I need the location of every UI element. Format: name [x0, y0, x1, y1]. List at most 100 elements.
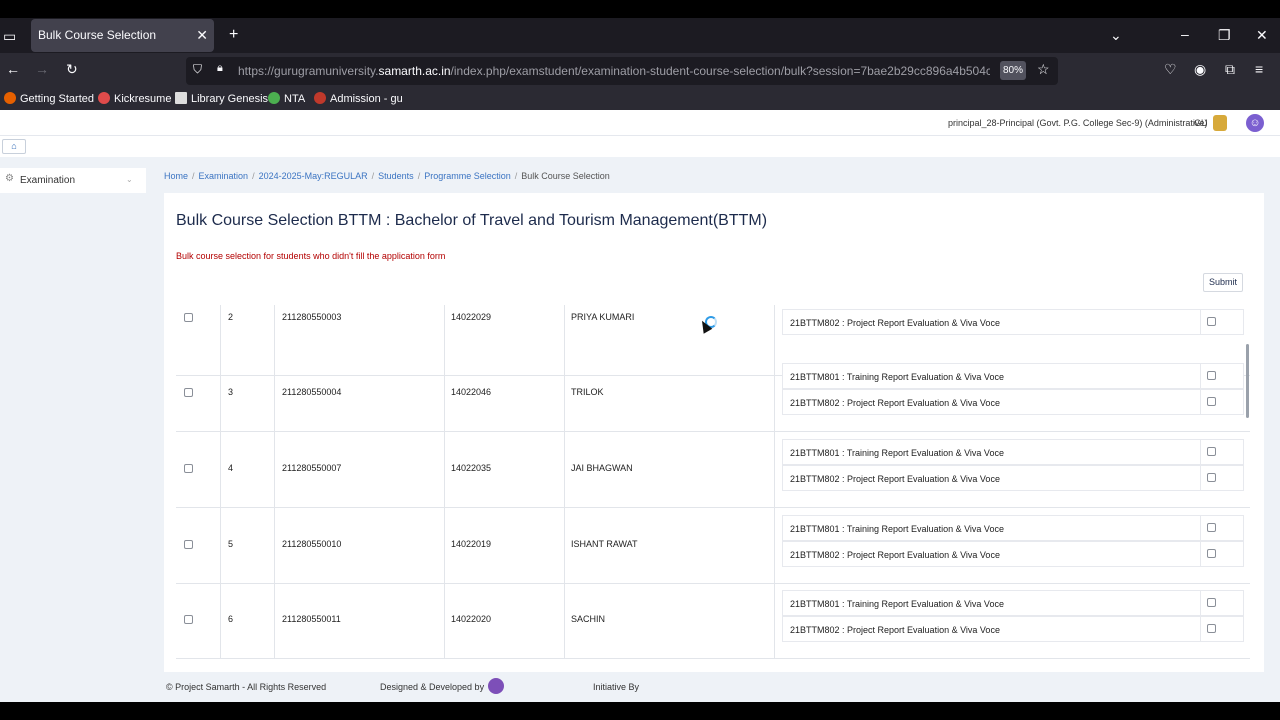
window-close-icon[interactable]: ✕ [1256, 27, 1268, 44]
student-name: JAI BHAGWAN [571, 463, 633, 473]
footer-designed-by: Designed & Developed by [380, 682, 485, 692]
course-label: 21BTTM801 : Training Report Evaluation &… [790, 599, 1004, 609]
restore-icon[interactable]: ❐ [1218, 27, 1231, 44]
course-checkbox[interactable] [1207, 523, 1216, 532]
zoom-level[interactable]: 80% [1000, 61, 1026, 80]
serial-number: 2 [228, 312, 234, 322]
bookmark-getting-started[interactable]: Getting Started [4, 92, 94, 105]
course-checkbox[interactable] [1207, 371, 1216, 380]
lock-icon[interactable]: 🔒︎ [217, 62, 223, 75]
table-row: 4 211280550007 14022035 JAI BHAGWAN 21BTTM80… [176, 432, 1250, 508]
minimize-icon[interactable]: – [1181, 26, 1189, 42]
screen-top-bar [0, 0, 1280, 18]
course-divider [1200, 617, 1201, 641]
column-divider [564, 432, 565, 507]
column-divider [274, 432, 275, 507]
bookmark-admission-gu[interactable]: Admission - gu [314, 92, 403, 105]
student-id: 211280550007 [282, 463, 342, 473]
org-label: GU [1194, 118, 1208, 128]
university-emblem-icon [1213, 115, 1227, 131]
student-id: 211280550010 [282, 539, 342, 549]
row-select-checkbox[interactable] [184, 464, 193, 473]
roll-number: 14022020 [451, 614, 492, 624]
extensions-icon[interactable]: ⧉ [1225, 61, 1235, 78]
row-select-checkbox[interactable] [184, 313, 193, 322]
tab-close-icon[interactable]: ✕ [196, 19, 208, 52]
course-checkbox[interactable] [1207, 598, 1216, 607]
course-label: 21BTTM802 : Project Report Evaluation & … [790, 625, 1000, 635]
row-select-checkbox[interactable] [184, 540, 193, 549]
table-row: 3 211280550004 14022046 TRILOK 21BTTM801 : T… [176, 356, 1250, 432]
bookmark-nta[interactable]: NTA [268, 92, 305, 105]
course-selection-table: 2 211280550003 14022029 PRIYA KUMARI 21BTTM8… [176, 305, 1252, 672]
breadcrumb-programme-selection[interactable]: Programme Selection [424, 171, 511, 181]
breadcrumb-current: Bulk Course Selection [521, 171, 610, 181]
avatar[interactable]: ☺ [1246, 114, 1264, 132]
bookmark-kickresume[interactable]: Kickresume [98, 92, 171, 105]
course-label: 21BTTM802 : Project Report Evaluation & … [790, 550, 1000, 560]
student-id: 211280550011 [282, 614, 341, 624]
list-all-tabs-icon[interactable]: ⌄ [1110, 27, 1122, 44]
roll-number: 14022035 [451, 463, 492, 473]
back-icon[interactable]: ← [6, 61, 20, 77]
column-divider [774, 583, 775, 658]
home-button[interactable]: ⌂ [2, 139, 26, 154]
roll-number: 14022029 [451, 312, 492, 322]
course-option: 21BTTM802 : Project Report Evaluation & … [782, 616, 1244, 642]
breadcrumb-session[interactable]: 2024-2025-May:REGULAR [259, 171, 368, 181]
user-name[interactable]: principal_28-Principal (Govt. P.G. Colle… [948, 118, 1207, 128]
row-select-checkbox[interactable] [184, 615, 193, 624]
student-id: 211280550004 [282, 387, 342, 397]
course-option: 21BTTM802 : Project Report Evaluation & … [782, 389, 1244, 415]
column-divider [220, 356, 221, 431]
course-checkbox[interactable] [1207, 473, 1216, 482]
course-checkbox[interactable] [1207, 447, 1216, 456]
table-scrollbar[interactable] [1246, 344, 1249, 418]
bookmark-star-icon[interactable]: ☆ [1037, 61, 1050, 78]
breadcrumb: Home / Examination/2024-2025-May:REGULAR / S… [164, 171, 610, 181]
course-checkbox[interactable] [1207, 397, 1216, 406]
pocket-icon[interactable]: ♡ [1164, 61, 1177, 78]
footer-initiative-by: Initiative By [593, 682, 640, 692]
submit-button[interactable]: Submit [1203, 273, 1243, 292]
course-divider [1200, 591, 1201, 615]
course-checkbox[interactable] [1207, 317, 1216, 326]
course-divider [1200, 466, 1201, 490]
bookmark-library-genesis[interactable]: Library Genesis [175, 92, 268, 105]
account-icon[interactable]: ◉ [1194, 61, 1206, 78]
column-divider [444, 508, 445, 583]
chevron-down-icon: ⌄ [126, 175, 133, 184]
breadcrumb-home[interactable]: Home [164, 171, 188, 181]
column-divider [220, 432, 221, 507]
firefox-icon [4, 92, 16, 104]
footer-copyright: © Project Samarth - All Rights Reserved [166, 682, 327, 692]
shield-icon[interactable]: ⛉ [193, 62, 202, 77]
forward-icon[interactable]: → [35, 61, 49, 77]
tab-title: Bulk Course Selection [38, 28, 157, 42]
book-icon [175, 92, 187, 104]
new-tab-button[interactable]: + [229, 26, 238, 44]
tab-list-icon[interactable]: ▭ [3, 28, 16, 45]
course-divider [1200, 390, 1201, 414]
sidebar-item-label: Examination [20, 175, 76, 186]
row-select-checkbox[interactable] [184, 388, 193, 397]
course-divider [1200, 542, 1201, 566]
kickresume-icon [98, 92, 110, 104]
student-id: 211280550003 [282, 312, 342, 322]
menu-icon[interactable]: ≡ [1255, 61, 1263, 77]
breadcrumb-students[interactable]: Students [378, 171, 414, 181]
tab-bulk-course-selection[interactable]: Bulk Course Selection ✕ [31, 19, 214, 52]
course-label: 21BTTM802 : Project Report Evaluation & … [790, 474, 1000, 484]
info-note: Bulk course selection for students who d… [176, 251, 446, 261]
column-divider [444, 583, 445, 658]
serial-number: 4 [228, 463, 234, 473]
course-label: 21BTTM801 : Training Report Evaluation &… [790, 524, 1004, 534]
serial-number: 3 [228, 387, 234, 397]
reload-icon[interactable]: ↻ [66, 61, 78, 78]
course-checkbox[interactable] [1207, 549, 1216, 558]
course-divider [1200, 516, 1201, 540]
serial-number: 6 [228, 614, 234, 624]
breadcrumb-examination[interactable]: Examination [199, 171, 249, 181]
url-text[interactable]: https://gurugramuniversity.samarth.ac.in… [238, 64, 990, 78]
course-checkbox[interactable] [1207, 624, 1216, 633]
